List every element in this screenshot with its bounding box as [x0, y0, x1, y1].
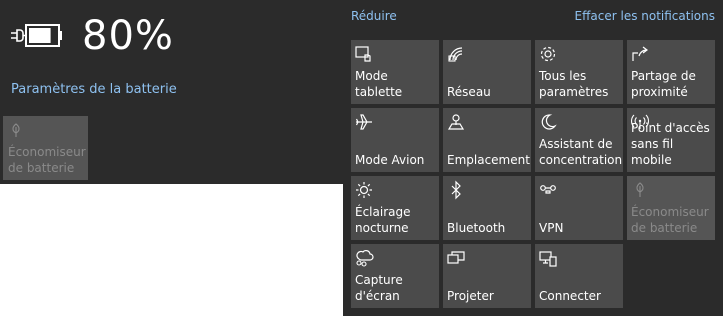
battery-saver-tile[interactable]: Économiseur de batterie	[3, 116, 88, 180]
leaf-icon	[636, 182, 644, 197]
moon-icon	[541, 114, 557, 130]
quick-action-tile[interactable]: Partage de proximité	[627, 40, 715, 104]
quick-action-tile[interactable]: Bluetooth	[443, 176, 531, 240]
quick-action-label: Emplacement	[447, 153, 530, 167]
location-icon	[447, 114, 465, 130]
quick-action-tile[interactable]: Assistant de concentration	[535, 108, 623, 172]
quick-action-label: Assistant de concentration	[539, 137, 623, 167]
quick-action-tile[interactable]: VPN	[535, 176, 623, 240]
quick-action-label: Mode Avion	[355, 153, 425, 167]
quick-action-label: Partage de proximité	[631, 69, 696, 99]
quick-action-label: VPN	[539, 221, 564, 235]
quick-action-label: Éclairage nocturne	[355, 205, 411, 235]
quick-action-tile[interactable]: Mode tablette	[351, 40, 439, 104]
airplane-icon	[355, 114, 372, 130]
battery-charging-icon	[11, 24, 62, 47]
share-icon	[632, 46, 648, 61]
project-icon	[447, 251, 465, 264]
tablet-mode-icon	[355, 46, 371, 62]
network-icon	[448, 47, 463, 62]
quick-action-label: Tous les paramètres	[539, 69, 609, 99]
battery-level-fill	[29, 28, 51, 43]
quick-action-tile[interactable]: Connecter	[535, 244, 623, 308]
quick-action-tile[interactable]: Éclairage nocturne	[351, 176, 439, 240]
action-center: Réduire Effacer les notifications Mode t…	[343, 0, 723, 316]
quick-action-tile[interactable]: Capture d'écran	[351, 244, 439, 308]
quick-action-tile[interactable]: Tous les paramètres	[535, 40, 623, 104]
quick-action-tile[interactable]: Point d'accès sans fil mobile	[627, 108, 715, 172]
quick-action-label: Connecter	[539, 289, 601, 303]
quick-action-tile[interactable]: Réseau	[443, 40, 531, 104]
clear-notifications-link[interactable]: Effacer les notifications	[575, 7, 715, 25]
quick-action-label: Réseau	[447, 85, 491, 99]
vpn-icon	[540, 185, 556, 194]
sun-icon	[356, 182, 372, 198]
battery-percentage: 80%	[82, 13, 174, 59]
gear-icon	[540, 46, 556, 62]
collapse-link[interactable]: Réduire	[351, 7, 397, 25]
leaf-icon	[12, 123, 20, 137]
quick-action-label: Projeter	[447, 289, 494, 303]
quick-action-tile[interactable]: Mode Avion	[351, 108, 439, 172]
quick-action-tile[interactable]: Emplacement	[443, 108, 531, 172]
quick-action-tile[interactable]: Économiseur de batterie	[627, 176, 715, 240]
quick-action-label: Bluetooth	[447, 221, 506, 235]
quick-action-label: Économiseur de batterie	[631, 205, 709, 235]
quick-action-label: Capture d'écran	[355, 273, 403, 303]
quick-action-label: Point d'accès sans fil mobile	[631, 121, 710, 167]
battery-saver-label: Économiseur de batterie	[8, 145, 86, 175]
battery-flyout: 80% Paramètres de la batterie Économiseu…	[0, 0, 343, 184]
connect-icon	[539, 251, 557, 267]
quick-action-tile[interactable]: Projeter	[443, 244, 531, 308]
bluetooth-icon	[451, 180, 461, 200]
snip-icon	[356, 250, 374, 267]
battery-settings-link[interactable]: Paramètres de la batterie	[11, 81, 177, 99]
quick-action-label: Mode tablette	[355, 69, 403, 99]
